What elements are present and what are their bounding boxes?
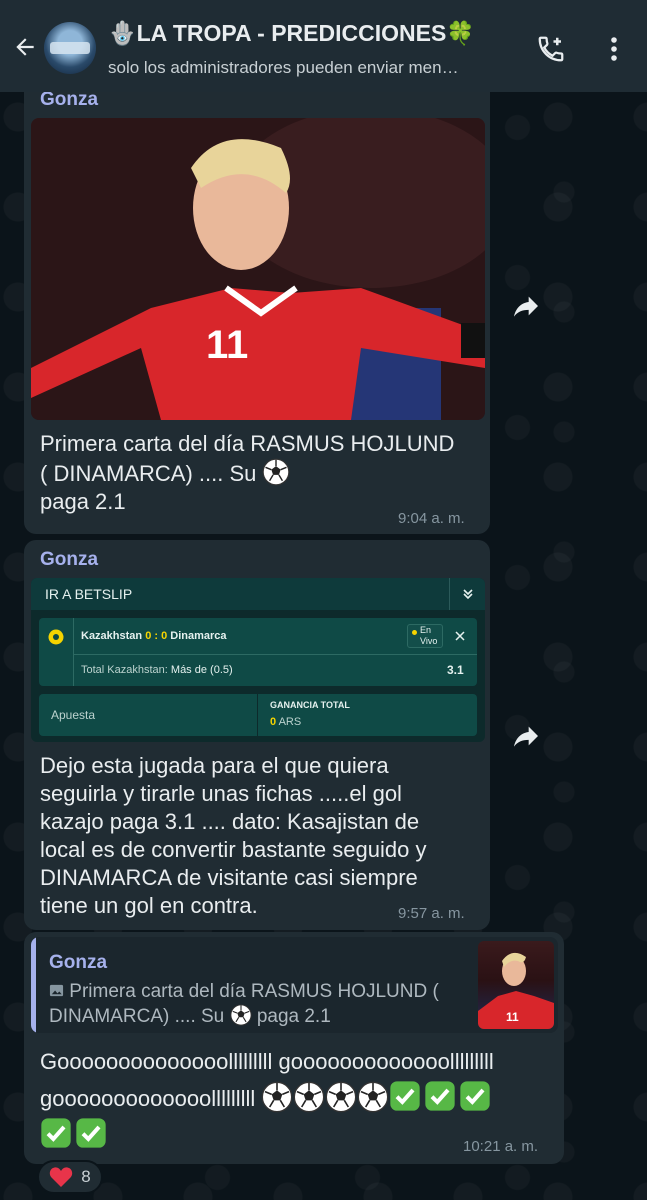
soccer-ball-icon <box>326 1081 357 1113</box>
live-badge: En Vivo <box>407 624 443 648</box>
quote-thumbnail: 11 <box>478 941 554 1029</box>
sender-name[interactable]: Gonza <box>40 549 98 571</box>
total-gain-value: 0 ARS <box>270 716 302 728</box>
forward-icon <box>514 296 538 317</box>
betslip-screenshot[interactable]: IR A BETSLIP Kazakhstan 0 : 0 Dinamarca … <box>31 578 485 742</box>
forward-button[interactable] <box>508 718 544 754</box>
image-icon <box>49 984 64 997</box>
message-time: 9:57 a. m. <box>398 905 465 922</box>
call-add-button[interactable] <box>533 31 569 67</box>
forward-icon <box>514 726 538 747</box>
bet-card: Kazakhstan 0 : 0 Dinamarca En Vivo Total… <box>39 618 477 686</box>
arrow-left-icon <box>16 38 34 56</box>
player-photo[interactable]: 11 <box>31 118 485 420</box>
bet-market: Total Kazakhstan: Más de (0.5) <box>81 664 233 676</box>
check-mark-icon <box>390 1081 421 1111</box>
divider <box>73 654 477 655</box>
check-mark-icon <box>76 1118 106 1148</box>
soccer-ball-icon <box>262 1081 293 1113</box>
chat-header: 🪬LA TROPA - PREDICCIONES🍀 solo los admin… <box>0 0 647 92</box>
betslip-header-label: IR A BETSLIP <box>45 586 133 602</box>
more-vertical-icon <box>611 37 617 61</box>
divider <box>73 618 74 686</box>
quote-sender: Gonza <box>49 952 108 973</box>
svg-text:11: 11 <box>506 1010 519 1024</box>
back-button[interactable] <box>8 30 42 64</box>
sport-ball-icon <box>48 629 64 645</box>
group-avatar[interactable] <box>44 22 96 74</box>
svg-text:11: 11 <box>206 323 248 367</box>
group-title[interactable]: 🪬LA TROPA - PREDICCIONES🍀 <box>108 20 528 47</box>
chevron-double-down-icon <box>449 578 485 610</box>
player-image: 11 <box>31 118 485 420</box>
message-time: 10:21 a. m. <box>463 1138 539 1155</box>
bet-odds: 3.1 <box>447 663 464 677</box>
soccer-ball-icon <box>294 1081 325 1113</box>
message-text: Dejo esta jugada para el que quiera segu… <box>40 753 427 918</box>
soccer-ball-icon <box>263 458 290 486</box>
message-time: 9:04 a. m. <box>398 510 465 527</box>
message-bubble[interactable]: Gonza 11 Primera carta del día RASMUS HO… <box>24 80 490 534</box>
quoted-message[interactable]: Gonza Primera carta del día RASMUS HOJLU… <box>31 937 558 1033</box>
heart-icon <box>50 1167 73 1187</box>
quote-accent-bar <box>31 937 36 1033</box>
soccer-ball-icon <box>358 1081 389 1113</box>
soccer-ball-icon <box>229 1004 252 1026</box>
quote-text: Primera carta del día RASMUS HOJLUND ( D… <box>49 981 439 1027</box>
forward-button[interactable] <box>508 288 544 324</box>
check-mark-icon <box>425 1081 456 1111</box>
reaction-badge[interactable]: 8 <box>37 1160 103 1194</box>
close-icon <box>455 631 465 641</box>
check-mark-icon <box>460 1081 491 1111</box>
sender-name[interactable]: Gonza <box>40 89 98 111</box>
betslip-header: IR A BETSLIP <box>31 578 485 610</box>
total-gain: GANANCIA TOTAL 0 ARS <box>258 694 477 736</box>
call-add-icon <box>538 36 564 62</box>
more-options-button[interactable] <box>598 31 630 67</box>
check-mark-icon <box>41 1118 71 1148</box>
stake-input: Apuesta <box>39 694 257 736</box>
match-teams: Kazakhstan 0 : 0 Dinamarca <box>81 630 227 642</box>
group-subtitle[interactable]: solo los administradores pueden enviar m… <box>108 58 518 78</box>
message-text: Primera carta del día RASMUS HOJLUND ( D… <box>40 431 455 514</box>
reaction-count: 8 <box>81 1167 91 1186</box>
